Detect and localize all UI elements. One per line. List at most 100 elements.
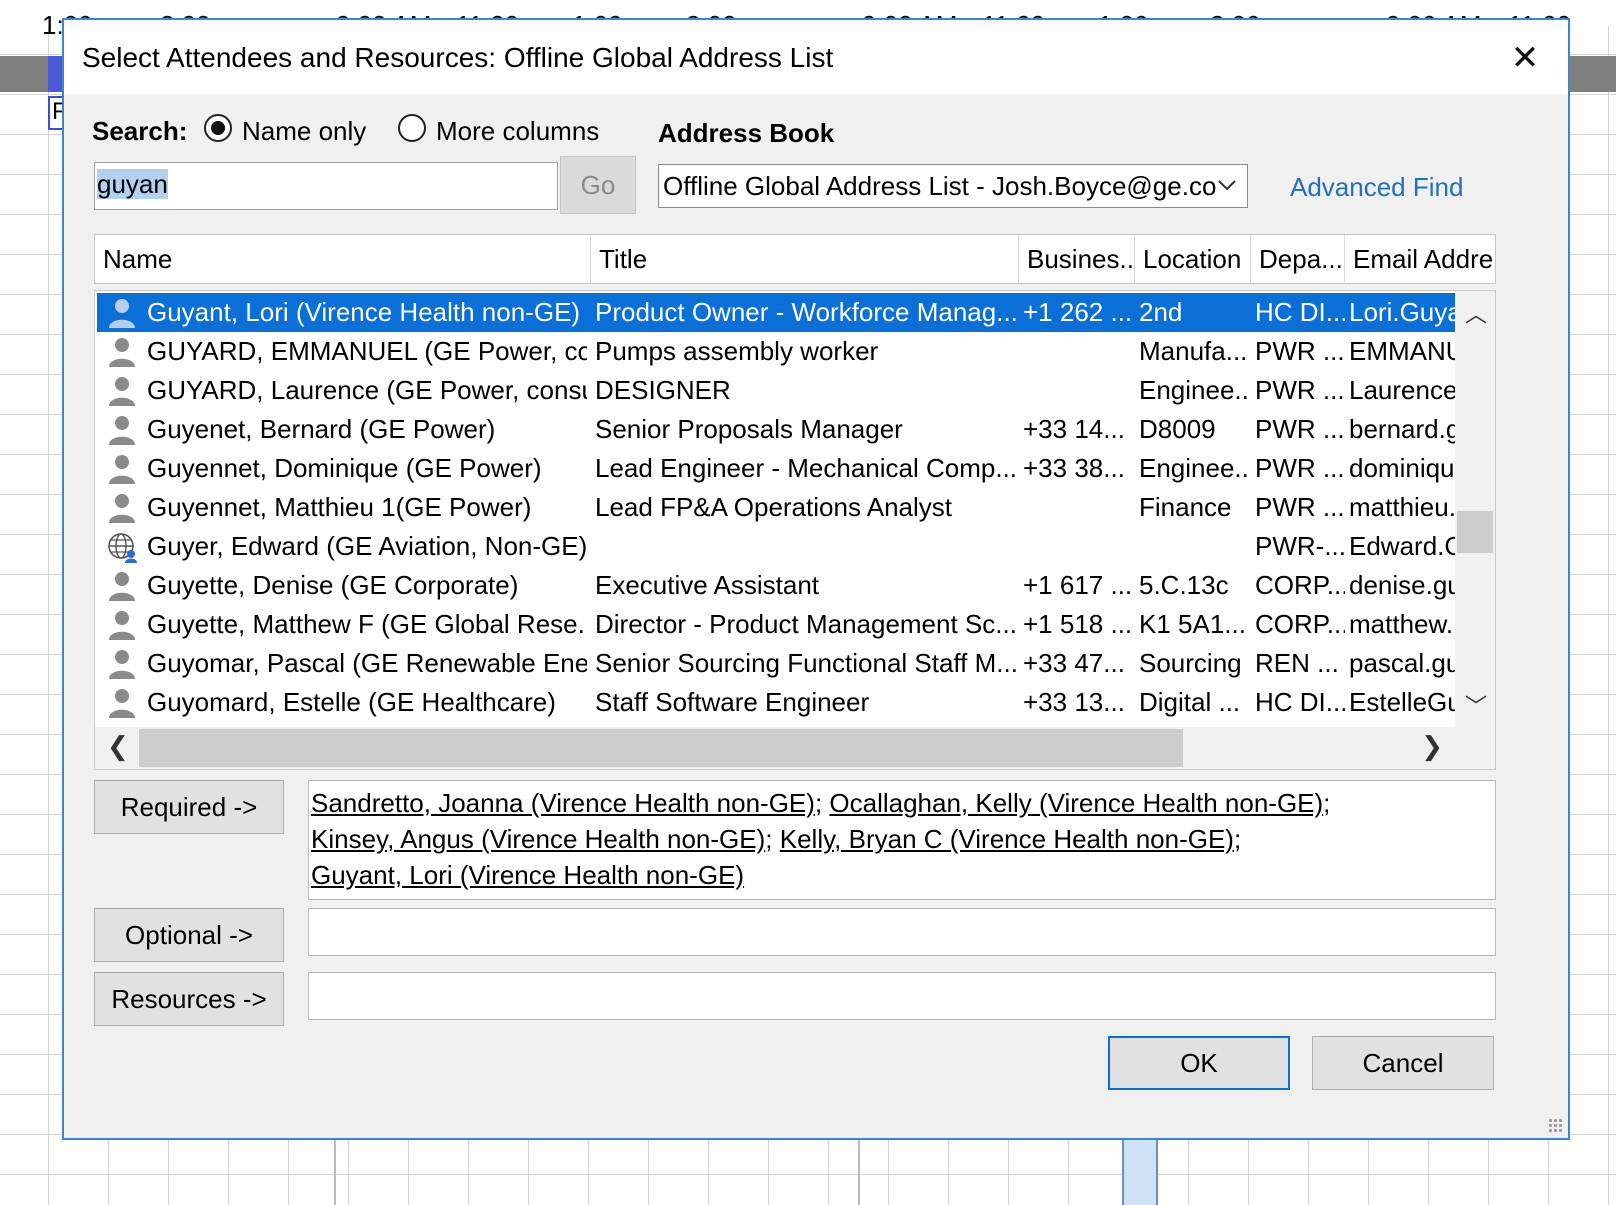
cell-location (1139, 527, 1249, 566)
cell-email: denise.gu (1349, 570, 1455, 600)
ok-button[interactable]: OK (1108, 1036, 1290, 1090)
chevron-down-icon[interactable] (1214, 170, 1240, 200)
table-row[interactable]: Guyant, Lori (Virence Health non-GE) Prod… (97, 293, 1455, 332)
chevron-right-icon[interactable]: ❯ (1421, 731, 1443, 762)
cell-department: PWR ... (1255, 414, 1345, 444)
cell-name: Guyomar, Pascal (GE Renewable Ene... (147, 648, 587, 678)
cell-business: +33 38... (1023, 453, 1125, 483)
attendee-link[interactable]: Kelly, Bryan C (Virence Health non-GE) (780, 824, 1234, 854)
table-row[interactable]: GUYARD, EMMANUEL (GE Power, co... Pumps a… (97, 332, 1455, 371)
advanced-find-link[interactable]: Advanced Find (1290, 172, 1463, 203)
cell-department: CORP... (1255, 570, 1345, 600)
table-row[interactable]: Guyer, Edward (GE Aviation, Non-GE) PWR-.… (97, 527, 1455, 566)
person-icon (107, 648, 137, 680)
cancel-button[interactable]: Cancel (1312, 1036, 1494, 1090)
table-row[interactable]: Guyomar, Pascal (GE Renewable Ene... Seni… (97, 644, 1455, 683)
cell-business: +1 518 ... (1023, 609, 1133, 639)
required-field[interactable]: Sandretto, Joanna (Virence Health non-GE… (308, 780, 1496, 900)
cell-name: Guyomard, Estelle (GE Healthcare) (147, 687, 556, 717)
cell-email: bernard.g (1349, 414, 1455, 444)
name-only-radio[interactable] (204, 114, 232, 142)
close-icon: ✕ (1510, 39, 1540, 77)
chevron-up-icon[interactable]: ︿ (1465, 297, 1487, 329)
person-icon (107, 336, 137, 368)
cell-name: Guyennet, Matthieu 1(GE Power) (147, 492, 532, 522)
cell-location: D8009 (1139, 414, 1216, 444)
person-icon (107, 570, 137, 602)
chevron-left-icon[interactable]: ❮ (107, 731, 129, 762)
vertical-scroll-thumb[interactable] (1457, 511, 1493, 553)
cell-business (1023, 371, 1133, 410)
column-header-name[interactable]: Name (95, 235, 591, 283)
resources-field[interactable] (308, 972, 1496, 1020)
list-header: Name Title Busines... Location Depa... E… (94, 234, 1496, 284)
table-row[interactable]: Guyennet, Matthieu 1(GE Power) Lead FP&A … (97, 488, 1455, 527)
cell-name: Guyenet, Bernard (GE Power) (147, 414, 496, 444)
cell-title: Director - Product Management Sc... (595, 609, 1017, 639)
search-input-value: guyan (97, 169, 168, 199)
resources-button[interactable]: Resources -> (94, 972, 284, 1026)
horizontal-scrollbar[interactable]: ❮ ❯ (95, 727, 1495, 769)
cell-department: REN ... (1255, 648, 1339, 678)
cell-email: matthieu. (1349, 492, 1455, 522)
table-row[interactable]: Guyomard, Estelle (GE Healthcare) Staff S… (97, 683, 1455, 722)
vertical-scrollbar[interactable]: ︿ ﹀ (1455, 291, 1495, 727)
go-button[interactable]: Go (560, 156, 636, 214)
address-book-dropdown[interactable]: Offline Global Address List - Josh.Boyce… (658, 164, 1248, 208)
cell-email: EMMANU (1349, 336, 1455, 366)
cell-business: +33 13... (1023, 687, 1125, 717)
table-row[interactable]: GUYARD, Laurence (GE Power, consu... DESI… (97, 371, 1455, 410)
search-input[interactable]: guyan (94, 162, 558, 210)
cell-email: Laurence (1349, 375, 1455, 405)
cell-name: GUYARD, EMMANUEL (GE Power, co... (147, 336, 587, 366)
person-icon (107, 375, 137, 407)
globe-person-icon (107, 531, 137, 563)
optional-field[interactable] (308, 908, 1496, 956)
attendee-link[interactable]: Ocallaghan, Kelly (Virence Health non-GE… (829, 788, 1323, 818)
horizontal-scroll-thumb[interactable] (139, 729, 1183, 767)
address-list: Guyant, Lori (Virence Health non-GE) Prod… (94, 290, 1496, 770)
attendee-link[interactable]: Sandretto, Joanna (Virence Health non-GE… (311, 788, 815, 818)
table-row[interactable]: Guyenet, Bernard (GE Power) Senior Propos… (97, 410, 1455, 449)
required-button[interactable]: Required -> (94, 780, 284, 834)
attendee-link[interactable]: Guyant, Lori (Virence Health non-GE) (311, 860, 744, 890)
cell-name: Guyennet, Dominique (GE Power) (147, 453, 542, 483)
cell-location: 2nd (1139, 297, 1183, 327)
cell-business (1023, 332, 1133, 371)
table-row[interactable]: Guyette, Matthew F (GE Global Rese... Dir… (97, 605, 1455, 644)
more-columns-label[interactable]: More columns (436, 116, 599, 147)
cell-title: Senior Sourcing Functional Staff M... (595, 648, 1018, 678)
cell-department: PWR ... (1255, 375, 1345, 405)
cell-business (1023, 488, 1133, 527)
person-icon (107, 687, 137, 719)
cell-name: Guyette, Matthew F (GE Global Rese... (147, 609, 587, 639)
column-header-title[interactable]: Title (591, 235, 1019, 283)
cell-department: CORP... (1255, 609, 1345, 639)
cell-business: +33 47... (1023, 648, 1125, 678)
attendee-link[interactable]: Kinsey, Angus (Virence Health non-GE) (311, 824, 765, 854)
dialog-titlebar: Select Attendees and Resources: Offline … (64, 20, 1568, 94)
person-icon (107, 492, 137, 524)
cell-department: HC DI... (1255, 687, 1345, 717)
column-header-email[interactable]: Email Addre (1345, 235, 1495, 283)
cell-title: Senior Proposals Manager (595, 414, 903, 444)
cell-name: Guyer, Edward (GE Aviation, Non-GE) (147, 531, 587, 561)
name-only-label[interactable]: Name only (242, 116, 366, 147)
column-header-department[interactable]: Depa... (1251, 235, 1345, 283)
table-row[interactable]: Guyette, Denise (GE Corporate) Executive … (97, 566, 1455, 605)
cell-business (1023, 527, 1133, 566)
cell-location: 5.C.13c (1139, 570, 1229, 600)
resize-grip[interactable] (1548, 1118, 1564, 1134)
address-book-label: Address Book (658, 118, 835, 148)
column-header-location[interactable]: Location (1135, 235, 1251, 283)
cell-location: Finance (1139, 492, 1232, 522)
table-row[interactable]: Guyennet, Dominique (GE Power) Lead Engin… (97, 449, 1455, 488)
column-header-business[interactable]: Busines... (1019, 235, 1135, 283)
close-button[interactable]: ✕ (1498, 34, 1552, 82)
cell-department: PWR ... (1255, 492, 1345, 522)
cell-title: Pumps assembly worker (595, 336, 879, 366)
cell-name: GUYARD, Laurence (GE Power, consu... (147, 375, 587, 405)
more-columns-radio[interactable] (398, 114, 426, 142)
chevron-down-icon[interactable]: ﹀ (1465, 689, 1487, 721)
optional-button[interactable]: Optional -> (94, 908, 284, 962)
